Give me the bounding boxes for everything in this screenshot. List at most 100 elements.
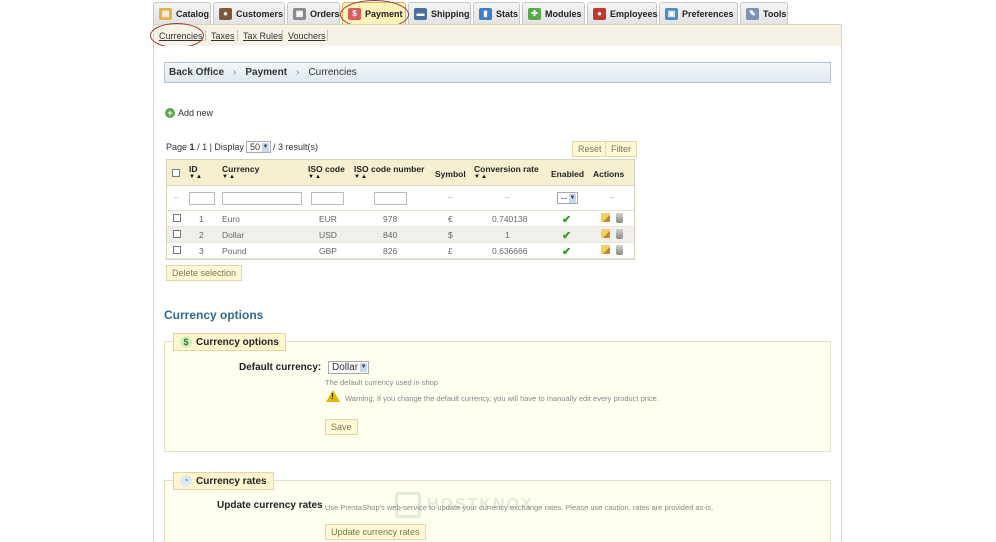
pager-total: / 1 | Display: [197, 142, 244, 152]
sort-arrows-icon[interactable]: ▼▲: [474, 174, 539, 180]
select-all-checkbox[interactable]: [172, 169, 180, 177]
update-rates-button[interactable]: Update currency rates: [325, 524, 426, 540]
enabled-check-icon[interactable]: ✔: [562, 245, 571, 258]
breadcrumb-current: Currencies: [308, 67, 357, 78]
cell-id: 1: [199, 214, 204, 224]
filter-enabled-select[interactable]: -- ▼: [557, 192, 578, 204]
cell-iso-number: 840: [383, 230, 398, 240]
add-new-link[interactable]: + Add new: [165, 108, 213, 118]
filter-iso-number-input[interactable]: [374, 192, 407, 205]
cell-iso: USD: [319, 230, 337, 240]
filter-row: -- -- -- -- ▼ --: [167, 186, 634, 211]
save-button[interactable]: Save: [325, 419, 358, 435]
pager-page: 1: [189, 142, 195, 152]
table-row[interactable]: 1 Euro EUR 978 € 0.740138 ✔: [167, 211, 634, 227]
feed-icon: ◔: [180, 475, 192, 487]
filter-placeholder: --: [505, 195, 510, 202]
pager-results: / 3 result(s): [272, 142, 318, 152]
per-page-select[interactable]: 50 ▼: [245, 141, 271, 153]
default-currency-help: The default currency used in shop: [325, 378, 438, 387]
chevron-right-icon: ›: [233, 67, 237, 78]
delete-icon[interactable]: [616, 229, 623, 239]
enabled-check-icon[interactable]: ✔: [562, 229, 571, 242]
tab-orders[interactable]: ▦ Orders: [287, 2, 340, 24]
update-rates-help: Use PrestaShop's web-service to update y…: [325, 503, 714, 512]
edit-icon[interactable]: [601, 245, 610, 254]
table-row[interactable]: 3 Pound GBP 826 £ 0.636666 ✔: [167, 243, 634, 259]
table-header: ID ▼▲ Currency ▼▲ ISO code ▼▲ ISO code numb…: [167, 160, 634, 186]
delete-icon[interactable]: [616, 213, 623, 223]
default-currency-select[interactable]: Dollar ▼: [328, 361, 370, 374]
cell-currency: Pound: [222, 246, 247, 256]
tab-shipping[interactable]: ▬ Shipping: [408, 2, 471, 24]
default-currency-warning: Warning: If you change the default curre…: [345, 394, 659, 403]
enabled-check-icon[interactable]: ✔: [562, 213, 571, 226]
employee-icon: ●: [593, 7, 606, 20]
page: ▤ Catalog ● Customers ▦ Orders $ Payment ▬ Sh…: [0, 0, 996, 542]
sort-arrows-icon[interactable]: ▼▲: [354, 174, 424, 180]
cell-symbol: €: [448, 214, 453, 224]
puzzle-icon: ✚: [528, 7, 541, 20]
user-icon: ●: [219, 7, 232, 20]
currency-options-legend: $ Currency options: [173, 333, 286, 351]
folder-icon: ▤: [159, 7, 172, 20]
row-checkbox[interactable]: [173, 230, 181, 238]
delete-icon[interactable]: [616, 245, 623, 255]
tab-preferences[interactable]: ▣ Preferences: [659, 2, 738, 24]
delete-selection-button[interactable]: Delete selection: [166, 265, 243, 281]
subtab-taxes[interactable]: Taxes: [211, 25, 235, 46]
sort-arrows-icon[interactable]: ▼▲: [222, 174, 259, 180]
filter-iso-input[interactable]: [311, 192, 344, 205]
cell-currency: Euro: [222, 214, 240, 224]
chevron-right-icon: ›: [296, 67, 300, 78]
col-conversion-rate: Conversion rate ▼▲: [474, 164, 539, 180]
col-id: ID ▼▲: [189, 164, 203, 180]
subtab-divider: [282, 30, 283, 41]
col-iso-code: ISO code ▼▲: [308, 164, 345, 180]
col-enabled: Enabled: [551, 169, 585, 179]
breadcrumb-root[interactable]: Back Office: [169, 67, 224, 78]
tab-stats[interactable]: ▮ Stats: [473, 2, 520, 24]
tab-modules[interactable]: ✚ Modules: [522, 2, 585, 24]
filter-currency-input[interactable]: [222, 192, 302, 205]
cell-rate: 1: [505, 230, 510, 240]
payment-icon: $: [348, 7, 361, 20]
edit-icon[interactable]: [601, 229, 610, 238]
preferences-icon: ▣: [665, 7, 678, 20]
reset-button[interactable]: Reset: [572, 141, 608, 157]
cell-iso: GBP: [319, 246, 337, 256]
pager-prefix: Page: [166, 142, 188, 152]
tab-customers[interactable]: ● Customers: [213, 2, 285, 24]
table-row[interactable]: 2 Dollar USD 840 $ 1 ✔: [167, 227, 634, 243]
tab-catalog[interactable]: ▤ Catalog: [153, 2, 211, 24]
row-checkbox[interactable]: [173, 246, 181, 254]
breadcrumb-section[interactable]: Payment: [245, 67, 287, 78]
sort-arrows-icon[interactable]: ▼▲: [189, 174, 203, 180]
tab-employees[interactable]: ● Employees: [587, 2, 658, 24]
col-actions: Actions: [593, 169, 625, 179]
chevron-down-icon: ▼: [569, 193, 576, 203]
col-iso-number: ISO code number ▼▲: [354, 164, 425, 180]
tab-tools[interactable]: ✎ Tools: [740, 2, 788, 24]
row-checkbox[interactable]: [173, 214, 181, 222]
currency-rates-legend: ◔ Currency rates: [173, 472, 274, 490]
filter-placeholder: --: [174, 195, 179, 202]
cell-rate: 0.636666: [492, 246, 528, 256]
filter-button[interactable]: Filter: [605, 141, 637, 157]
tab-payment[interactable]: $ Payment: [342, 2, 406, 24]
content-panel: [153, 46, 842, 542]
subtab-divider: [237, 30, 238, 41]
warning-icon-mark: !: [331, 392, 334, 401]
cell-iso-number: 826: [383, 246, 398, 256]
cell-iso-number: 978: [383, 214, 398, 224]
filter-id-input[interactable]: [189, 192, 215, 205]
currencies-table: ID ▼▲ Currency ▼▲ ISO code ▼▲ ISO code numb…: [166, 159, 635, 260]
chevron-down-icon: ▼: [261, 142, 269, 152]
subtab-divider: [327, 30, 328, 41]
edit-icon[interactable]: [601, 213, 610, 222]
subtab-vouchers[interactable]: Vouchers: [288, 25, 326, 46]
sort-arrows-icon[interactable]: ▼▲: [308, 174, 345, 180]
cell-currency: Dollar: [222, 230, 245, 240]
subtab-currencies[interactable]: Currencies: [159, 25, 203, 46]
subtab-tax-rules[interactable]: Tax Rules: [243, 25, 283, 46]
